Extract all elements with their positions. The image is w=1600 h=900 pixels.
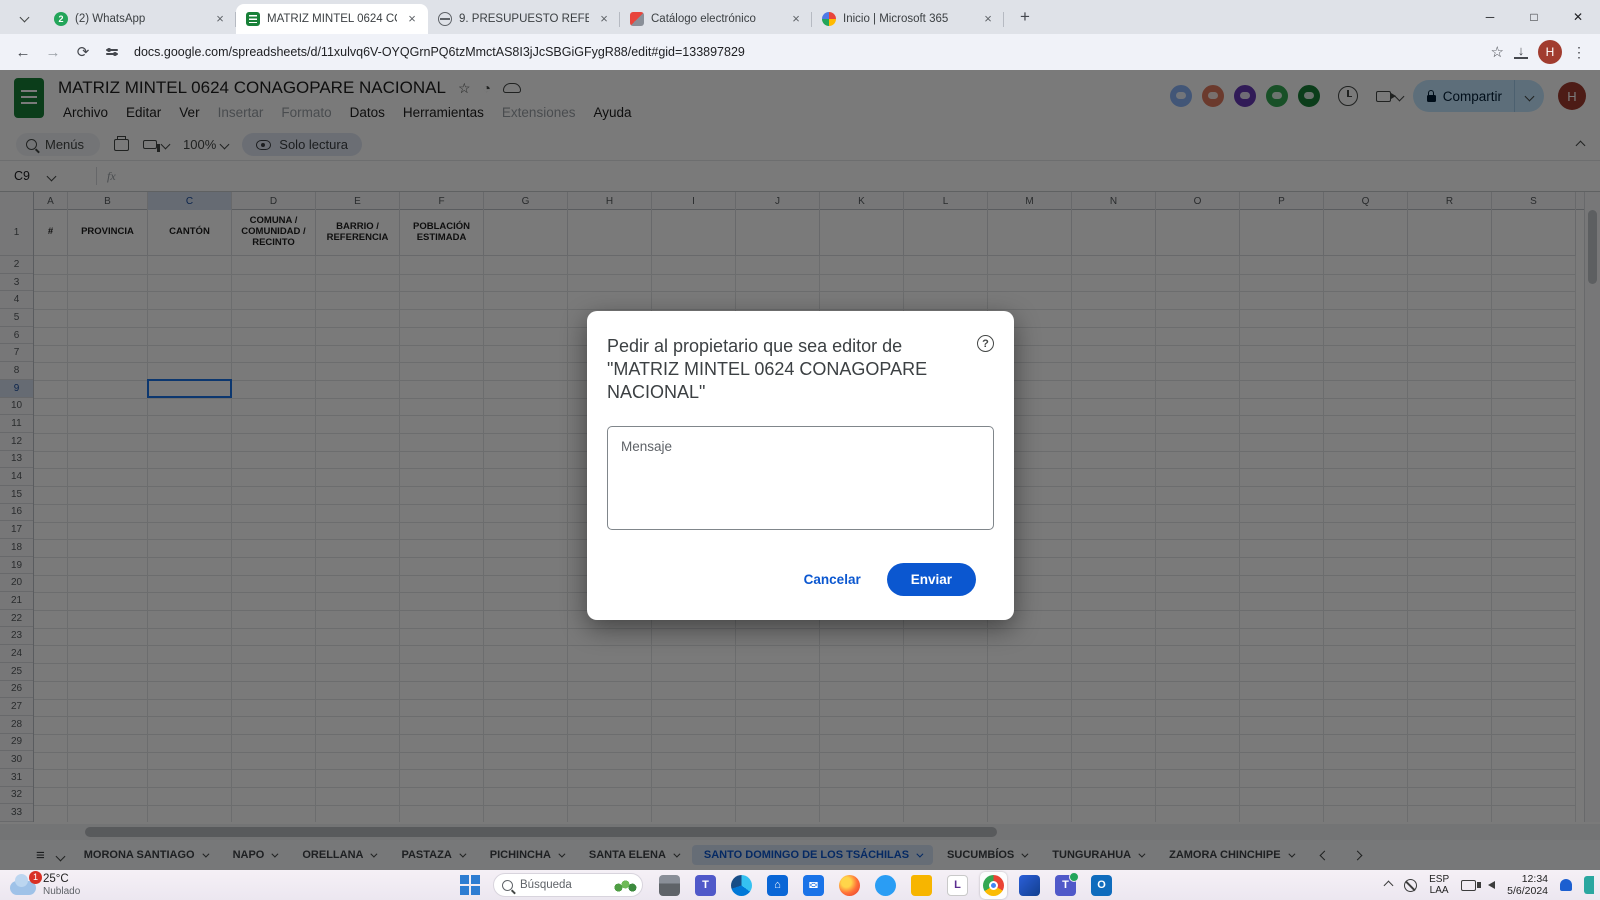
teams-updates-icon: T: [1055, 875, 1076, 896]
downloads-icon[interactable]: ↓: [1514, 45, 1528, 59]
firefox-taskbar-button[interactable]: [836, 872, 863, 899]
forward-icon[interactable]: →: [40, 39, 66, 65]
browser-tab[interactable]: Inicio | Microsoft 365 ×: [812, 4, 1004, 34]
l-app-taskbar-button[interactable]: L: [944, 872, 971, 899]
weather-condition: Nublado: [43, 886, 80, 897]
catalogo-icon: [630, 12, 644, 26]
weather-widget[interactable]: 1 25°C Nublado: [0, 873, 170, 897]
help-icon[interactable]: ?: [977, 335, 994, 352]
blue-app-icon: [1019, 875, 1040, 896]
tab-close-icon[interactable]: ×: [212, 11, 228, 27]
browser-tab[interactable]: MATRIZ MINTEL 0624 CONAGO ×: [236, 4, 428, 34]
send-button[interactable]: Enviar: [887, 563, 976, 596]
tab-close-icon[interactable]: ×: [404, 11, 420, 27]
windows-taskbar: 1 25°C Nublado Búsqueda T⌂✉LTO ESP LAA 1…: [0, 870, 1600, 900]
new-tab-button[interactable]: +: [1012, 4, 1038, 30]
minimize-button[interactable]: ─: [1468, 0, 1512, 34]
weather-alert-badge: 1: [29, 871, 42, 884]
microsoft-365-icon: [822, 12, 836, 26]
show-desktop-corner[interactable]: [1584, 876, 1594, 894]
url-text[interactable]: docs.google.com/spreadsheets/d/11xulvq6V…: [134, 45, 1487, 59]
blue-app-taskbar-button[interactable]: [1016, 872, 1043, 899]
network-disabled-icon[interactable]: [1404, 879, 1417, 892]
tab-close-icon[interactable]: ×: [596, 11, 612, 27]
tab-close-icon[interactable]: ×: [788, 11, 804, 27]
windows-start-button[interactable]: [460, 875, 480, 895]
back-icon[interactable]: ←: [10, 39, 36, 65]
browser-tab[interactable]: Catálogo electrónico ×: [620, 4, 812, 34]
search-icon: [502, 880, 513, 891]
teams-taskbar-button[interactable]: T: [692, 872, 719, 899]
display-icon[interactable]: [1461, 880, 1476, 891]
whatsapp-badge-icon: 2: [54, 12, 68, 26]
site-info-icon[interactable]: [100, 42, 124, 62]
browser-address-bar: ← → ⟳ docs.google.com/spreadsheets/d/11x…: [0, 34, 1600, 70]
chevron-down-icon: [19, 12, 29, 22]
tab-title: Catálogo electrónico: [651, 13, 781, 25]
dialog-title: Pedir al propietario que sea editor de "…: [607, 335, 937, 404]
firefox-icon: [839, 875, 860, 896]
mail-icon: ✉: [803, 875, 824, 896]
notifications-bell-icon[interactable]: [1560, 879, 1572, 891]
window-controls: ─ □ ✕: [1468, 0, 1600, 34]
reload-icon[interactable]: ⟳: [70, 39, 96, 65]
tab-title: Inicio | Microsoft 365: [843, 13, 973, 25]
maximize-button[interactable]: □: [1512, 0, 1556, 34]
browser-menu-icon[interactable]: ⋮: [1572, 44, 1586, 61]
tab-title: 9. PRESUPUESTO REFERENCIAL: [459, 13, 589, 25]
browser-profile-avatar[interactable]: H: [1538, 40, 1562, 64]
tab-title: (2) WhatsApp: [75, 13, 205, 25]
speaker-icon[interactable]: [1488, 881, 1495, 889]
store-taskbar-button[interactable]: ⌂: [764, 872, 791, 899]
request-edit-access-dialog: Pedir al propietario que sea editor de "…: [587, 311, 1014, 620]
message-input[interactable]: [607, 426, 994, 530]
browser-tab[interactable]: 9. PRESUPUESTO REFERENCIAL ×: [428, 4, 620, 34]
folder-taskbar-button[interactable]: [908, 872, 935, 899]
folder-icon: [911, 875, 932, 896]
tab-title: MATRIZ MINTEL 0624 CONAGO: [267, 13, 397, 25]
teams-icon: T: [695, 875, 716, 896]
update-check-badge: [1069, 872, 1079, 882]
browser-tab-strip: 2 (2) WhatsApp × MATRIZ MINTEL 0624 CONAGO ×…: [0, 0, 1600, 34]
search-decoration: [610, 878, 638, 894]
outlook-icon: O: [1091, 875, 1112, 896]
tray-date: 5/6/2024: [1507, 885, 1548, 897]
file-explorer-icon: [659, 875, 680, 896]
chrome-taskbar-button[interactable]: [980, 872, 1007, 899]
bookmark-star-icon[interactable]: ☆: [1491, 43, 1504, 61]
system-tray: ESP LAA 12:34 5/6/2024: [1385, 870, 1594, 900]
cancel-button[interactable]: Cancelar: [804, 572, 861, 587]
language-indicator[interactable]: ESP LAA: [1429, 874, 1449, 896]
teams-updates-taskbar-button[interactable]: T: [1052, 872, 1079, 899]
file-explorer-taskbar-button[interactable]: [656, 872, 683, 899]
weather-temperature: 25°C: [43, 873, 80, 886]
sheets-icon: [246, 12, 260, 26]
taskbar-search[interactable]: Búsqueda: [493, 873, 643, 897]
mail-taskbar-button[interactable]: ✉: [800, 872, 827, 899]
outlook-taskbar-button[interactable]: O: [1088, 872, 1115, 899]
cloud-weather-icon: 1: [10, 881, 36, 895]
globe-icon: [438, 12, 452, 26]
tab-close-icon[interactable]: ×: [980, 11, 996, 27]
chrome-icon: [983, 875, 1004, 896]
tray-chevron-up-icon[interactable]: [1384, 880, 1394, 890]
tray-time: 12:34: [1507, 873, 1548, 885]
messaging-taskbar-button[interactable]: [872, 872, 899, 899]
taskbar-search-placeholder: Búsqueda: [520, 879, 572, 891]
store-icon: ⌂: [767, 875, 788, 896]
messaging-icon: [875, 875, 896, 896]
close-button[interactable]: ✕: [1556, 0, 1600, 34]
edge-taskbar-button[interactable]: [728, 872, 755, 899]
browser-tab[interactable]: 2 (2) WhatsApp ×: [44, 4, 236, 34]
l-app-icon: L: [947, 875, 968, 896]
clock-widget[interactable]: 12:34 5/6/2024: [1507, 873, 1548, 897]
tab-search-caret-icon[interactable]: [10, 4, 38, 30]
edge-icon: [731, 875, 752, 896]
